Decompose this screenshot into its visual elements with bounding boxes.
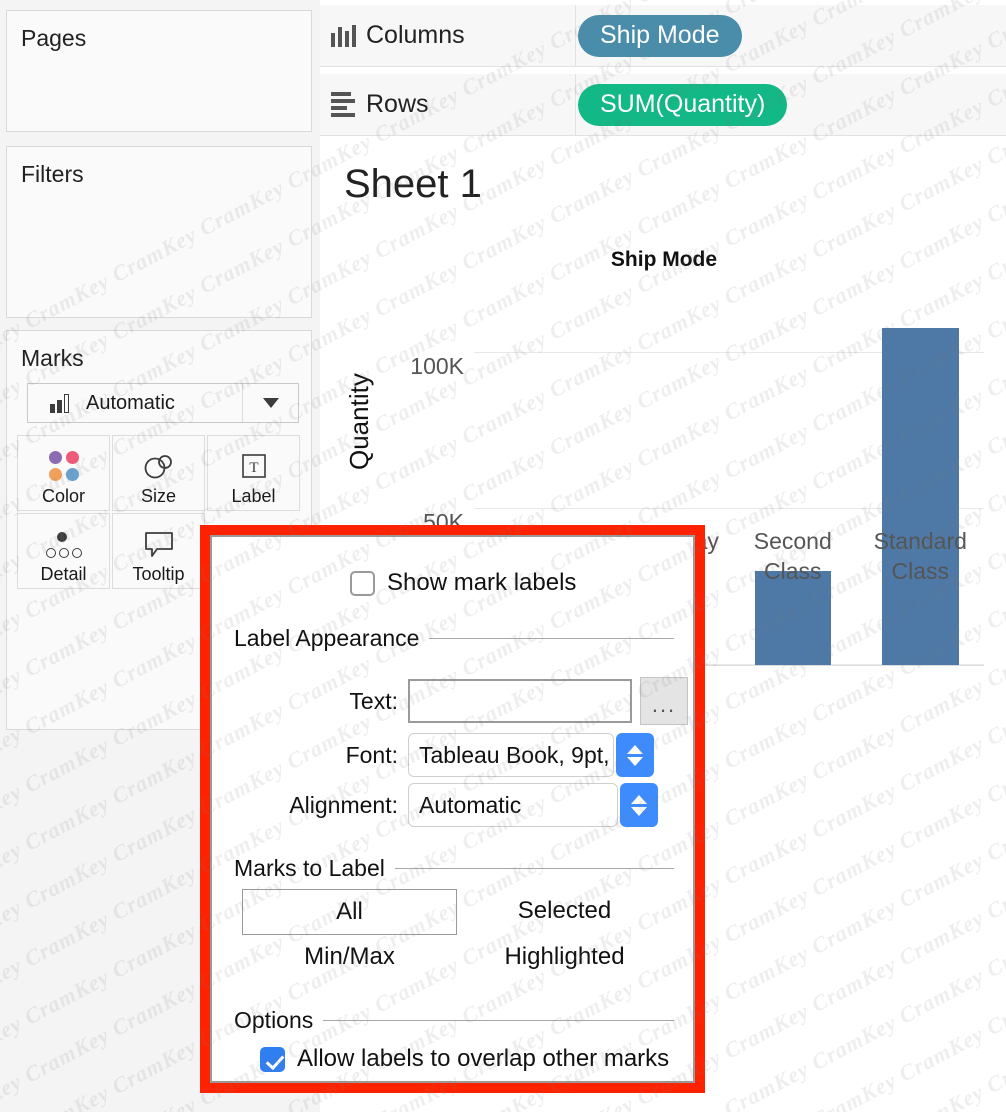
marks-to-label-title: Marks to Label: [234, 855, 385, 882]
alignment-field-row: Alignment: Automatic: [228, 783, 695, 827]
allow-overlap-row[interactable]: Allow labels to overlap other marks: [260, 1045, 669, 1073]
columns-shelf-label: Columns: [320, 5, 576, 66]
allow-overlap-label: Allow labels to overlap other marks: [297, 1045, 669, 1073]
marks-card-size[interactable]: Size: [112, 435, 205, 511]
marks-option-all[interactable]: All: [242, 889, 457, 935]
marks-card-tooltip-label: Tooltip: [132, 564, 184, 585]
rows-label-text: Rows: [366, 90, 429, 119]
label-settings-dialog: Show mark labels Label Appearance Text: …: [200, 525, 705, 1093]
marks-to-label-section-header: Marks to Label: [234, 855, 674, 882]
columns-icon: [320, 25, 366, 47]
columns-label-text: Columns: [366, 21, 465, 50]
mark-type-value: Automatic: [86, 392, 242, 415]
alignment-stepper[interactable]: [620, 783, 658, 827]
label-text-icon: T: [239, 446, 269, 486]
mark-type-dropdown[interactable]: Automatic: [27, 383, 299, 423]
shelf-area: Columns Ship Mode Rows SUM(Quantity): [320, 0, 1006, 140]
section-divider: [395, 868, 674, 869]
marks-card-detail-label: Detail: [40, 564, 86, 585]
marks-option-highlighted[interactable]: Highlighted: [457, 935, 672, 979]
text-field-row: Text: ...: [228, 677, 688, 725]
text-field-label: Text:: [228, 688, 398, 715]
text-input[interactable]: [408, 679, 632, 723]
marks-card-detail[interactable]: Detail: [17, 513, 110, 589]
svg-text:T: T: [249, 460, 258, 476]
detail-dots-icon: [46, 524, 82, 564]
marks-label: Marks: [7, 331, 311, 372]
pill-sum-quantity[interactable]: SUM(Quantity): [578, 84, 787, 126]
rows-icon: [320, 92, 366, 117]
size-circles-icon: [141, 446, 177, 486]
color-dots-icon: [49, 446, 79, 486]
marks-card-tooltip[interactable]: Tooltip: [112, 513, 205, 589]
marks-option-min-max[interactable]: Min/Max: [242, 935, 457, 979]
filters-label: Filters: [7, 147, 311, 188]
x-tick-standard-class: Standard Class: [857, 526, 985, 587]
text-ellipsis-button[interactable]: ...: [640, 677, 688, 725]
font-stepper[interactable]: [616, 733, 654, 777]
page-title: Sheet 1: [344, 162, 482, 207]
pill-ship-mode[interactable]: Ship Mode: [578, 15, 742, 57]
show-mark-labels-row[interactable]: Show mark labels: [350, 569, 576, 597]
marks-card-color-label: Color: [42, 486, 85, 507]
pages-label: Pages: [7, 11, 311, 52]
section-divider: [323, 1020, 674, 1021]
font-field-row: Font: Tableau Book, 9pt, ..: [228, 733, 695, 777]
rows-shelf[interactable]: Rows SUM(Quantity): [320, 74, 1006, 136]
show-mark-labels-checkbox[interactable]: [350, 571, 375, 596]
rows-shelf-label: Rows: [320, 74, 576, 135]
options-section-header: Options: [234, 1007, 674, 1034]
marks-card-label-label: Label: [231, 486, 275, 507]
bar-standard-class[interactable]: [882, 328, 959, 666]
options-title: Options: [234, 1007, 313, 1034]
font-select[interactable]: Tableau Book, 9pt, ..: [408, 733, 614, 777]
chevron-down-icon[interactable]: [242, 384, 298, 422]
bar-chart-icon: [38, 393, 80, 413]
pages-shelf[interactable]: Pages: [6, 10, 312, 132]
x-tick-second-class: Second Class: [729, 526, 857, 587]
marks-card-label[interactable]: T Label: [207, 435, 300, 511]
columns-shelf[interactable]: Columns Ship Mode: [320, 5, 1006, 67]
allow-overlap-checkbox[interactable]: [260, 1047, 285, 1072]
show-mark-labels-label: Show mark labels: [387, 569, 576, 597]
font-field-label: Font:: [228, 742, 398, 769]
chart-title: Ship Mode: [322, 248, 1006, 272]
alignment-select[interactable]: Automatic: [408, 783, 618, 827]
label-appearance-section-header: Label Appearance: [234, 625, 674, 652]
section-divider: [429, 638, 674, 639]
alignment-field-label: Alignment:: [228, 792, 398, 819]
marks-option-selected[interactable]: Selected: [457, 889, 672, 935]
marks-to-label-options: All Selected Min/Max Highlighted: [242, 889, 672, 979]
tooltip-bubble-icon: [142, 524, 176, 564]
filters-shelf[interactable]: Filters: [6, 146, 312, 318]
marks-card-color[interactable]: Color: [17, 435, 110, 511]
label-appearance-title: Label Appearance: [234, 625, 419, 652]
marks-card-size-label: Size: [141, 486, 176, 507]
